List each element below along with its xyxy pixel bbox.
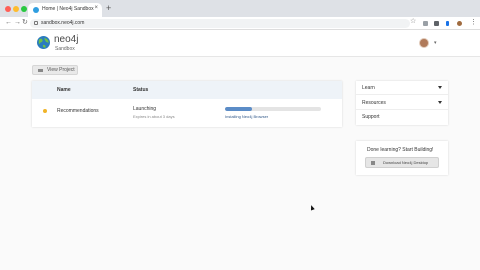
mouse-cursor-icon — [309, 204, 315, 211]
learn-card: Done learning? Start Building! Download … — [356, 141, 448, 175]
extension-icon[interactable] — [434, 21, 439, 26]
browser-tab-active[interactable]: Home | Neo4j Sandbox × — [28, 3, 102, 17]
maximize-window-button[interactable] — [21, 6, 27, 12]
sidebar-item-label: Support — [362, 114, 380, 120]
table-row[interactable]: Recommendations Launching Expires in abo… — [32, 99, 342, 127]
brand-subtitle: Sandbox — [55, 46, 75, 52]
tab-title: Home | Neo4j Sandbox — [42, 6, 94, 12]
sidebar-item-resources[interactable]: Resources — [356, 96, 448, 110]
bookmark-star-icon[interactable]: ☆ — [410, 18, 416, 26]
progress-label: Installing Neo4j Browser — [225, 114, 269, 119]
tab-close-icon[interactable]: × — [94, 5, 98, 11]
project-status: Launching — [133, 106, 157, 112]
url-text: sandbox.neo4j.com — [41, 20, 85, 26]
address-bar[interactable]: sandbox.neo4j.com — [30, 19, 410, 28]
table-header: Name Status — [32, 81, 342, 99]
download-icon — [371, 161, 375, 165]
caret-down-icon — [438, 86, 442, 89]
extension-icon[interactable] — [446, 21, 449, 26]
sidebar-item-label: Learn — [362, 85, 375, 91]
close-window-button[interactable] — [5, 6, 11, 12]
tab-bar: Home | Neo4j Sandbox × + — [0, 0, 480, 17]
projects-table: Name Status Recommendations Launching Ex… — [32, 81, 342, 127]
reload-icon[interactable]: ↻ — [22, 18, 28, 28]
neo4j-globe-logo-icon[interactable] — [36, 35, 51, 50]
sidebar-menu: Learn Resources Support — [356, 81, 448, 125]
launch-progress-bar — [225, 107, 321, 111]
minimize-window-button[interactable] — [13, 6, 19, 12]
neo4j-favicon-icon — [33, 7, 39, 13]
learn-card-title: Done learning? Start Building! — [367, 147, 434, 153]
launch-progress-fill — [225, 107, 252, 111]
lock-icon — [34, 21, 38, 25]
view-project-label: View Project — [47, 67, 75, 73]
status-dot-icon — [43, 109, 47, 113]
extension-icon[interactable] — [423, 21, 428, 26]
browser-menu-icon[interactable]: ⋮ — [470, 18, 477, 27]
back-arrow-icon[interactable]: ← — [5, 18, 12, 28]
app-header: neo4j Sandbox ▾ — [0, 30, 480, 57]
user-avatar[interactable] — [419, 38, 429, 48]
project-expiry: Expires in about 3 days — [133, 114, 175, 119]
sidebar-item-support[interactable]: Support — [356, 110, 448, 124]
download-label: Download Neo4j Desktop — [383, 160, 429, 165]
folder-icon — [38, 69, 43, 72]
profile-icon[interactable] — [457, 21, 462, 26]
column-header-status: Status — [133, 87, 149, 93]
column-header-name: Name — [57, 87, 71, 93]
project-name[interactable]: Recommendations — [57, 108, 99, 114]
forward-arrow-icon[interactable]: → — [14, 18, 21, 28]
download-desktop-button[interactable]: Download Neo4j Desktop — [365, 157, 439, 168]
sidebar-item-label: Resources — [362, 100, 386, 106]
browser-window: Home | Neo4j Sandbox × + ← → ↻ sandbox.n… — [0, 0, 480, 270]
caret-down-icon — [438, 101, 442, 104]
new-tab-button[interactable]: + — [106, 3, 111, 13]
chevron-down-icon[interactable]: ▾ — [434, 40, 437, 46]
brand-name: neo4j — [54, 34, 79, 45]
view-project-button[interactable]: View Project — [32, 65, 78, 75]
browser-toolbar: ← → ↻ sandbox.neo4j.com ☆ ⋮ — [0, 17, 480, 30]
main-content: View Project Name Status Recommendations… — [0, 57, 480, 270]
sidebar-item-learn[interactable]: Learn — [356, 81, 448, 95]
